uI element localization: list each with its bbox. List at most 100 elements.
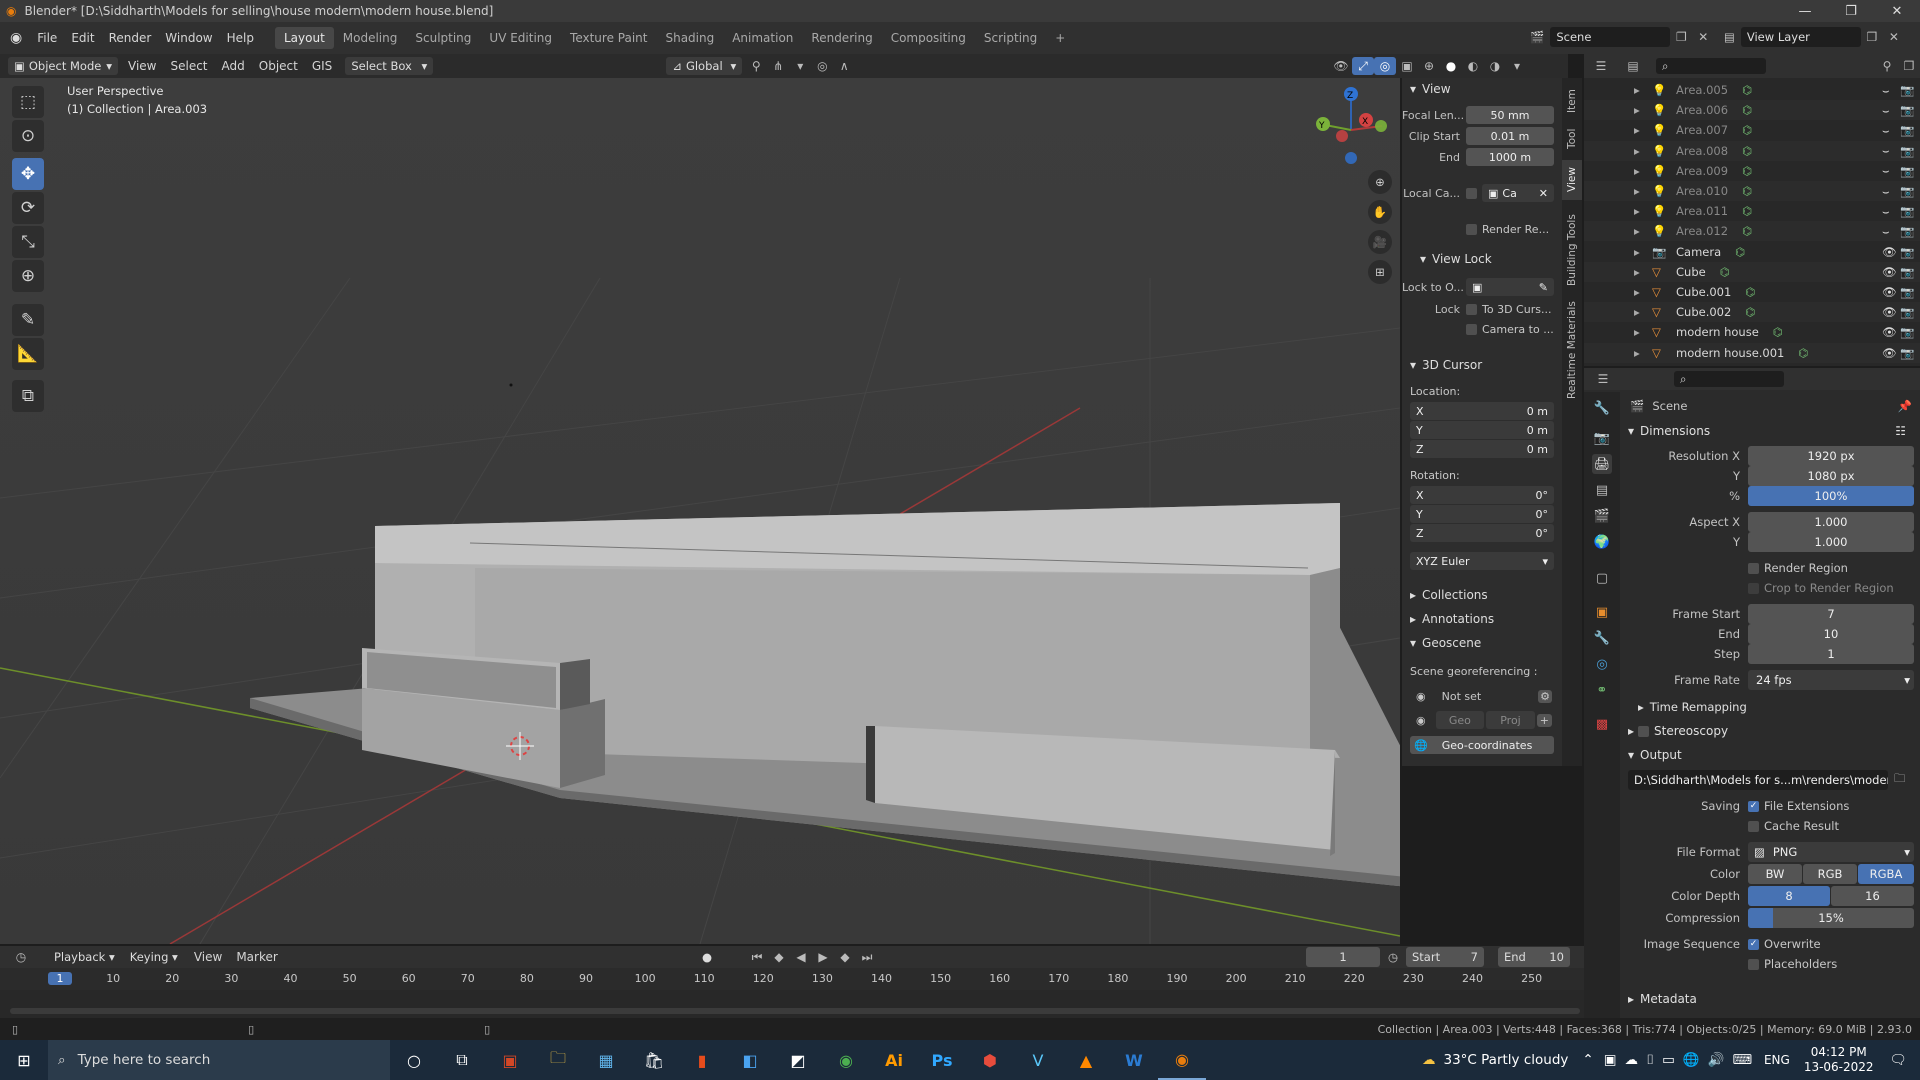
new-scene-icon[interactable]: ❐: [1670, 28, 1692, 46]
tab-realtime-materials[interactable]: Realtime Materials: [1562, 298, 1582, 402]
view-lock-section-header[interactable]: ▾ View Lock: [1402, 248, 1560, 270]
restore-button[interactable]: ❐: [1828, 0, 1874, 22]
onedrive-icon[interactable]: ☁: [1624, 1052, 1638, 1068]
timeline-ruler[interactable]: 1 10 20 30 40 50 60 70 80 90 100 110 120 130 140 150 160…: [0, 970, 1584, 1018]
visibility-eye-icon[interactable]: ⌣: [1882, 224, 1890, 239]
timeline-editor-type-icon[interactable]: ◷: [10, 948, 32, 966]
geo-coordinates-button[interactable]: 🌐 Geo-coordinates: [1410, 736, 1554, 754]
expand-chevron-icon[interactable]: ▸: [1634, 184, 1648, 198]
visibility-eye-icon[interactable]: ⌣: [1882, 103, 1890, 118]
tab-building-tools[interactable]: Building Tools: [1562, 208, 1582, 292]
move-tool-icon[interactable]: ✥: [12, 158, 44, 190]
cursor-location-y-field[interactable]: Y0 m: [1410, 421, 1554, 439]
rotate-tool-icon[interactable]: ⟳: [12, 192, 44, 224]
menu-render[interactable]: Render: [102, 31, 159, 45]
workspace-tab-texture-paint[interactable]: Texture Paint: [561, 27, 656, 49]
annotations-section-header[interactable]: ▸ Annotations: [1402, 608, 1560, 630]
visibility-eye-icon[interactable]: 👁: [1882, 325, 1897, 339]
workspace-tab-modeling[interactable]: Modeling: [334, 27, 407, 49]
render-camera-icon[interactable]: 📷: [1900, 184, 1914, 198]
next-keyframe-icon[interactable]: ◆: [834, 948, 856, 966]
clock[interactable]: 04:12 PM 13-06-2022: [1804, 1045, 1874, 1075]
render-camera-icon[interactable]: 📷: [1900, 224, 1914, 238]
photoshop-icon[interactable]: Ps: [918, 1040, 966, 1080]
frame-end-field[interactable]: 10: [1748, 624, 1914, 644]
visibility-eye-icon[interactable]: ⌣: [1882, 184, 1890, 199]
visibility-eye-icon[interactable]: ⌣: [1882, 143, 1890, 158]
outliner-row[interactable]: ▸ 💡 Area.008 ⌬ ⌣ 📷: [1584, 140, 1920, 161]
render-camera-icon[interactable]: 📷: [1900, 325, 1914, 339]
outliner-row[interactable]: ▸ ▽ Cube ⌬ 👁 📷: [1584, 261, 1920, 282]
cursor-rotation-y-field[interactable]: Y 0°: [1410, 505, 1554, 523]
falloff-icon[interactable]: ∧: [833, 57, 855, 75]
render-region-checkbox[interactable]: [1748, 562, 1759, 574]
visibility-eye-icon[interactable]: 👁: [1882, 346, 1897, 360]
collections-section-header[interactable]: ▸ Collections: [1402, 584, 1560, 606]
keyboard-icon[interactable]: ⌨: [1732, 1052, 1752, 1068]
workspace-tab-layout[interactable]: Layout: [274, 27, 334, 49]
color-rgb-button[interactable]: RGB: [1803, 864, 1857, 884]
camera-view-icon[interactable]: 🎥: [1368, 230, 1392, 254]
expand-chevron-icon[interactable]: ▸: [1634, 265, 1648, 279]
view-layer-tab-icon[interactable]: ▤: [1592, 480, 1612, 500]
workspace-tab-sculpting[interactable]: Sculpting: [406, 27, 480, 49]
cursor-location-x-field[interactable]: X0 m: [1410, 402, 1554, 420]
select-box-dropdown[interactable]: Select Box ▾: [345, 57, 434, 75]
rendered-shading-icon[interactable]: ◑: [1484, 57, 1506, 75]
select-tool-icon[interactable]: ⬚: [12, 86, 44, 118]
file-explorer-icon[interactable]: 🗀: [534, 1040, 582, 1080]
expand-chevron-icon[interactable]: ▸: [1634, 123, 1648, 137]
scene-icon[interactable]: 🎬: [1530, 30, 1544, 44]
expand-chevron-icon[interactable]: ▸: [1634, 346, 1648, 360]
frame-step-field[interactable]: 1: [1748, 644, 1914, 664]
viewport-menu-object[interactable]: Object: [252, 59, 305, 73]
blender-taskbar-icon[interactable]: ◉: [1158, 1040, 1206, 1080]
powerpoint-icon[interactable]: ▣: [486, 1040, 534, 1080]
network-icon[interactable]: 🌐: [1683, 1052, 1700, 1068]
render-region-checkbox[interactable]: [1466, 223, 1477, 235]
render-camera-icon[interactable]: 📷: [1900, 144, 1914, 158]
record-icon[interactable]: ●: [702, 950, 712, 964]
object-tab-icon[interactable]: ▣: [1592, 602, 1612, 622]
timeline-scrollbar[interactable]: [10, 1008, 1580, 1014]
local-camera-field[interactable]: ▣ Ca ✕: [1482, 184, 1554, 202]
render-camera-icon[interactable]: 📷: [1900, 285, 1914, 299]
clip-start-field[interactable]: 0.01 m: [1466, 127, 1554, 145]
stereoscopy-checkbox[interactable]: [1638, 725, 1650, 737]
outliner-row[interactable]: ▸ 💡 Area.005 ⌬ ⌣ 📷: [1584, 80, 1920, 100]
compression-slider[interactable]: 15%: [1748, 908, 1914, 928]
new-collection-icon[interactable]: ❐: [1898, 57, 1920, 75]
new-view-layer-icon[interactable]: ❐: [1861, 28, 1883, 46]
weather-text[interactable]: 33°C Partly cloudy: [1444, 1052, 1569, 1068]
menu-help[interactable]: Help: [220, 31, 261, 45]
expand-chevron-icon[interactable]: ▸: [1634, 325, 1648, 339]
visibility-eye-icon[interactable]: 👁: [1882, 305, 1897, 319]
stereoscopy-section-header[interactable]: ▸ Stereoscopy: [1620, 720, 1920, 742]
outliner-row[interactable]: ▸ 💡 Area.006 ⌬ ⌣ 📷: [1584, 100, 1920, 121]
zoom-view-icon[interactable]: ⊕: [1368, 170, 1392, 194]
output-tab-icon[interactable]: 🖨: [1592, 454, 1612, 474]
outliner-row[interactable]: ▸ 💡 Area.012 ⌬ ⌣ 📷: [1584, 221, 1920, 242]
object-mode-dropdown[interactable]: ▣ Object Mode ▾: [8, 57, 118, 75]
visibility-eye-icon[interactable]: 👁: [1882, 285, 1897, 299]
view-layer-icon[interactable]: ▤: [1724, 30, 1735, 44]
blender-menu-icon[interactable]: ◉: [10, 30, 22, 46]
color-depth-8-button[interactable]: 8: [1748, 886, 1830, 906]
geoscene-section-header[interactable]: ▾ Geoscene: [1402, 632, 1560, 654]
store-icon[interactable]: 🛍: [630, 1040, 678, 1080]
add-cube-tool-icon[interactable]: ⧉: [12, 380, 44, 412]
workspace-tab-scripting[interactable]: Scripting: [975, 27, 1046, 49]
lock-to-object-field[interactable]: ▣ ✎: [1466, 278, 1554, 296]
photos-icon[interactable]: ▦: [582, 1040, 630, 1080]
overwrite-checkbox[interactable]: ✓: [1748, 938, 1759, 950]
word-icon[interactable]: W: [1110, 1040, 1158, 1080]
visibility-eye-icon[interactable]: ⌣: [1882, 83, 1890, 98]
outliner-row[interactable]: ▸ 💡 Area.011 ⌬ ⌣ 📷: [1584, 201, 1920, 221]
world-tab-icon[interactable]: 🌍: [1592, 532, 1612, 552]
usb-icon[interactable]: ⌷: [1646, 1052, 1654, 1068]
render-camera-icon[interactable]: 📷: [1900, 103, 1914, 117]
delete-scene-icon[interactable]: ✕: [1692, 28, 1714, 46]
scale-tool-icon[interactable]: ⤡: [12, 226, 44, 258]
render-camera-icon[interactable]: 📷: [1900, 245, 1914, 259]
workspace-tab-animation[interactable]: Animation: [723, 27, 802, 49]
